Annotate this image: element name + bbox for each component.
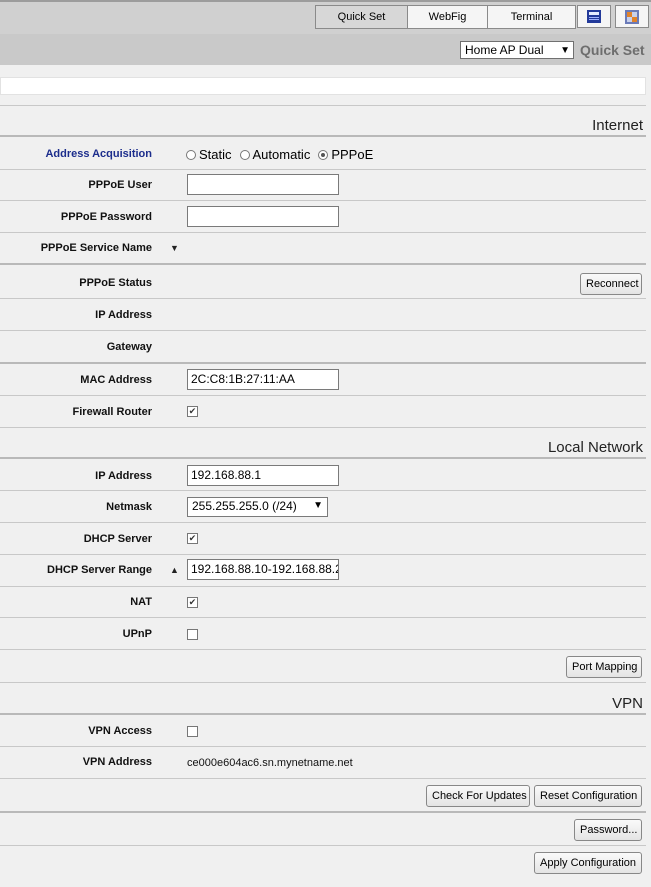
port-mapping-button[interactable]: Port Mapping <box>566 656 642 678</box>
upnp-label: UPnP <box>122 628 152 640</box>
firewall-router-label: Firewall Router <box>72 406 152 418</box>
blank-bar <box>0 77 646 95</box>
radio-pppoe[interactable]: PPPoE <box>318 147 373 162</box>
radio-button[interactable] <box>239 150 250 160</box>
vpn-address-value: ce000e604ac6.sn.mynetname.net <box>187 757 353 769</box>
tab-terminal[interactable]: Terminal <box>488 6 575 28</box>
divider <box>0 746 646 747</box>
mac-address-label: MAC Address <box>80 374 152 386</box>
divider <box>0 105 646 106</box>
reset-configuration-button[interactable]: Reset Configuration <box>534 785 642 807</box>
divider <box>0 395 646 396</box>
divider <box>0 490 646 491</box>
tab-webfig[interactable]: WebFig <box>408 6 488 28</box>
divider <box>0 232 646 233</box>
firewall-router-checkbox[interactable]: ✔ <box>187 406 198 417</box>
radio-automatic-label: Automatic <box>252 147 311 162</box>
radio-button[interactable] <box>318 150 329 160</box>
page-title: Quick Set <box>580 42 645 58</box>
divider <box>0 169 646 170</box>
apply-configuration-button[interactable]: Apply Configuration <box>534 852 642 874</box>
mode-select[interactable]: Home AP Dual ▼ <box>460 41 574 59</box>
wan-ip-address-label: IP Address <box>95 309 152 321</box>
dhcp-server-range-input[interactable]: 192.168.88.10-192.168.88.254 <box>187 559 339 580</box>
collapse-triangle-icon[interactable]: ▲ <box>170 565 179 575</box>
radio-static[interactable]: Static <box>186 147 232 162</box>
radio-static-label: Static <box>199 147 232 162</box>
chevron-down-icon: ▼ <box>313 500 323 511</box>
dhcp-server-label: DHCP Server <box>83 533 152 545</box>
lan-ip-address-label: IP Address <box>95 470 152 482</box>
divider <box>0 778 646 779</box>
nat-checkbox[interactable]: ✔ <box>187 597 198 608</box>
mac-address-input[interactable]: 2C:C8:1B:27:11:AA <box>187 369 339 390</box>
address-acquisition-radio-group: Static Automatic PPPoE <box>186 147 373 162</box>
upnp-checkbox[interactable] <box>187 629 198 640</box>
expand-triangle-icon[interactable]: ▼ <box>170 243 179 253</box>
netmask-select[interactable]: 255.255.255.0 (/24) ▼ <box>187 497 328 517</box>
divider <box>0 649 646 650</box>
divider <box>0 298 646 299</box>
vpn-access-label: VPN Access <box>88 725 152 737</box>
address-acquisition-label: Address Acquisition <box>45 148 152 160</box>
mode-tabs: Quick Set WebFig Terminal <box>315 5 576 29</box>
section-heading-internet: Internet <box>592 117 643 134</box>
divider <box>0 554 646 555</box>
radio-pppoe-label: PPPoE <box>331 147 374 162</box>
winbox-icon <box>587 10 601 23</box>
mode-select-value: Home AP Dual <box>465 43 544 57</box>
divider <box>0 713 646 715</box>
radio-automatic[interactable]: Automatic <box>239 147 311 162</box>
chevron-down-icon: ▼ <box>560 45 570 56</box>
divider <box>0 522 646 523</box>
pppoe-password-label: PPPoE Password <box>60 211 152 223</box>
lan-ip-address-input[interactable]: 192.168.88.1 <box>187 465 339 486</box>
divider <box>0 427 646 428</box>
divider <box>0 200 646 201</box>
radio-button[interactable] <box>186 150 196 160</box>
nat-label: NAT <box>130 596 152 608</box>
pppoe-service-name-label: PPPoE Service Name <box>40 242 152 254</box>
pppoe-password-input[interactable] <box>187 206 339 227</box>
vpn-address-label: VPN Address <box>82 756 152 768</box>
check-for-updates-button[interactable]: Check For Updates <box>426 785 530 807</box>
password-button[interactable]: Password... <box>574 819 642 841</box>
dhcp-server-checkbox[interactable]: ✔ <box>187 533 198 544</box>
divider <box>0 330 646 331</box>
winbox-button[interactable] <box>577 5 611 28</box>
netmask-select-value: 255.255.255.0 (/24) <box>192 499 297 513</box>
divider <box>0 362 646 364</box>
reconnect-button[interactable]: Reconnect <box>580 273 642 295</box>
divider <box>0 617 646 618</box>
divider <box>0 457 646 459</box>
dhcp-server-range-label: DHCP Server Range <box>47 564 152 576</box>
section-heading-vpn: VPN <box>612 695 643 712</box>
pppoe-status-label: PPPoE Status <box>79 277 152 289</box>
netmask-label: Netmask <box>106 501 152 513</box>
divider <box>0 586 646 587</box>
tab-quick-set[interactable]: Quick Set <box>316 6 408 28</box>
design-icon <box>625 9 639 24</box>
design-button[interactable] <box>615 5 649 28</box>
divider <box>0 263 646 265</box>
divider <box>0 845 646 846</box>
divider <box>0 811 646 813</box>
divider <box>0 135 646 137</box>
vpn-access-checkbox[interactable] <box>187 726 198 737</box>
section-heading-local-network: Local Network <box>547 439 643 456</box>
divider <box>0 682 646 683</box>
gateway-label: Gateway <box>106 341 152 353</box>
pppoe-user-label: PPPoE User <box>88 179 152 191</box>
pppoe-user-input[interactable] <box>187 174 339 195</box>
